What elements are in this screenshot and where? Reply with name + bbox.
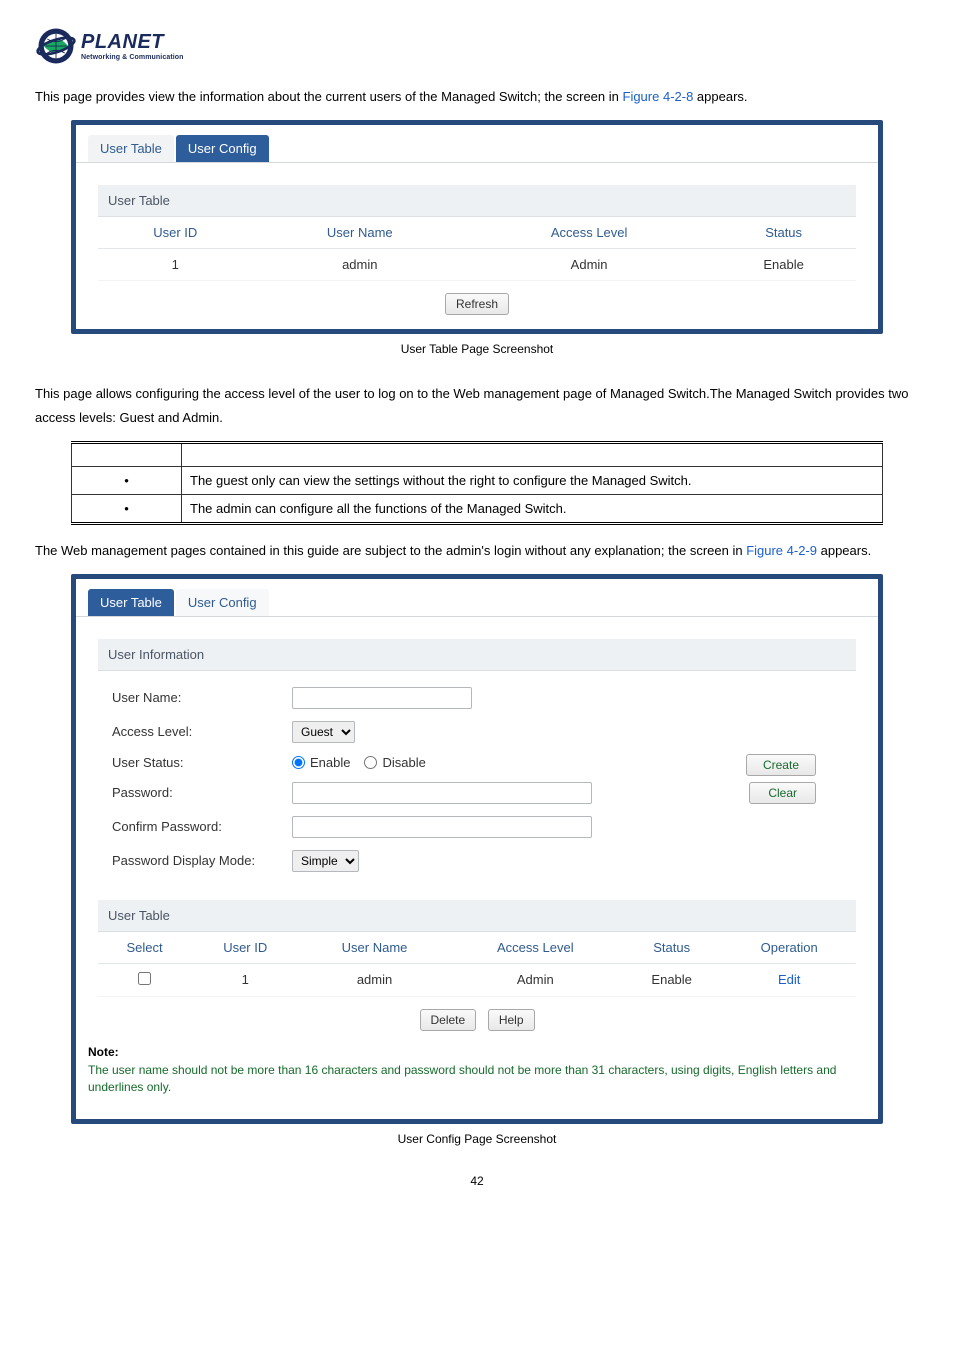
- intro-text-1: This page provides view the information …: [35, 85, 919, 110]
- confirm-password-input[interactable]: [292, 816, 592, 838]
- figure-caption-2: User Config Page Screenshot: [35, 1132, 919, 1146]
- note-title: Note:: [88, 1045, 866, 1059]
- user-table: User ID User Name Access Level Status 1 …: [98, 217, 856, 281]
- col-user-id: User ID: [98, 217, 253, 249]
- note-body: The user name should not be more than 16…: [88, 1062, 866, 1096]
- table-row: • The admin can configure all the functi…: [72, 495, 883, 524]
- section-user-table: User Table: [98, 185, 856, 217]
- clear-button[interactable]: Clear: [749, 782, 816, 804]
- col-status: Status: [711, 217, 856, 249]
- intro-text-2: This page allows configuring the access …: [35, 382, 919, 431]
- password-display-mode-select[interactable]: Simple: [292, 850, 359, 872]
- table-row: • The guest only can view the settings w…: [72, 467, 883, 495]
- tab-user-config[interactable]: User Config: [176, 135, 269, 162]
- label-password: Password:: [112, 785, 292, 800]
- refresh-button[interactable]: Refresh: [445, 293, 509, 315]
- user-config-screenshot: User Table User Config User Information …: [71, 574, 883, 1125]
- section-user-information: User Information: [98, 639, 856, 671]
- section-user-table-2: User Table: [98, 900, 856, 932]
- col-user-name: User Name: [299, 932, 449, 964]
- delete-button[interactable]: Delete: [420, 1009, 477, 1031]
- col-operation: Operation: [722, 932, 856, 964]
- help-button[interactable]: Help: [488, 1009, 535, 1031]
- label-access-level: Access Level:: [112, 724, 292, 739]
- row-select-checkbox[interactable]: [138, 972, 151, 985]
- table-row: 1 admin Admin Enable: [98, 248, 856, 280]
- col-user-name: User Name: [253, 217, 467, 249]
- col-user-id: User ID: [191, 932, 299, 964]
- username-input[interactable]: [292, 687, 472, 709]
- table-row: 1 admin Admin Enable Edit: [98, 963, 856, 996]
- user-table-2: Select User ID User Name Access Level St…: [98, 932, 856, 997]
- figure-caption-1: User Table Page Screenshot: [35, 342, 919, 356]
- brand-logo: PLANET Networking & Communication: [35, 25, 919, 67]
- planet-globe-icon: [35, 25, 77, 67]
- bullet-icon: •: [72, 467, 182, 495]
- user-table-screenshot: User Table User Config User Table User I…: [71, 120, 883, 334]
- tab-user-config[interactable]: User Config: [176, 589, 269, 616]
- figure-link-428[interactable]: Figure 4-2-8: [623, 89, 694, 104]
- access-level-select[interactable]: Guest: [292, 721, 355, 743]
- col-access-level: Access Level: [467, 217, 711, 249]
- col-access-level: Access Level: [450, 932, 621, 964]
- tab-user-table[interactable]: User Table: [88, 589, 174, 616]
- label-password-display-mode: Password Display Mode:: [112, 853, 292, 868]
- label-username: User Name:: [112, 690, 292, 705]
- note-block: Note: The user name should not be more t…: [88, 1045, 866, 1096]
- intro-text-3: The Web management pages contained in th…: [35, 539, 919, 564]
- figure-link-429[interactable]: Figure 4-2-9: [746, 543, 817, 558]
- col-select: Select: [98, 932, 191, 964]
- user-info-form: User Name: Access Level: Guest User Stat…: [98, 681, 856, 878]
- radio-disable[interactable]: Disable: [364, 755, 425, 770]
- label-user-status: User Status:: [112, 755, 292, 770]
- col-status: Status: [621, 932, 722, 964]
- password-input[interactable]: [292, 782, 592, 804]
- bullet-icon: •: [72, 495, 182, 524]
- brand-tagline: Networking & Communication: [81, 54, 184, 61]
- brand-name: PLANET: [81, 32, 184, 52]
- tab-user-table[interactable]: User Table: [88, 135, 174, 162]
- page-number: 42: [35, 1174, 919, 1188]
- label-confirm-password: Confirm Password:: [112, 819, 292, 834]
- admin-description: The admin can configure all the function…: [182, 495, 883, 524]
- create-button[interactable]: Create: [746, 754, 816, 776]
- guest-description: The guest only can view the settings wit…: [182, 467, 883, 495]
- radio-enable[interactable]: Enable: [292, 755, 350, 770]
- access-level-table: • The guest only can view the settings w…: [71, 441, 883, 525]
- edit-link[interactable]: Edit: [778, 972, 800, 987]
